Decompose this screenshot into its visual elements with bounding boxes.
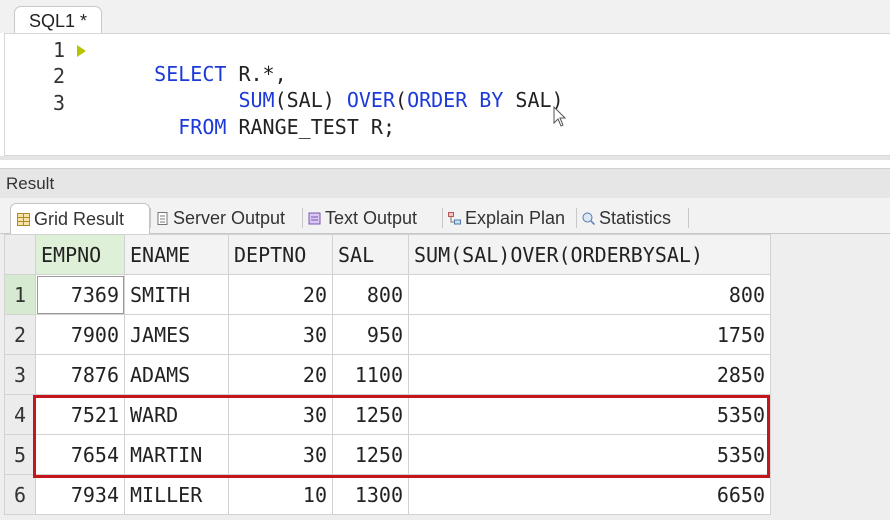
code-line-3[interactable]: FROM RANGE_TEST R; — [106, 91, 395, 163]
editor-tab-strip: SQL1 * — [0, 0, 890, 34]
cell-deptno[interactable]: 20 — [228, 354, 333, 395]
cell-ename[interactable]: JAMES — [124, 314, 229, 355]
cell-running-sum[interactable]: 800 — [408, 274, 771, 315]
text-output-icon — [308, 212, 321, 225]
mouse-cursor-icon — [553, 106, 567, 127]
column-header-ename[interactable]: ENAME — [124, 234, 229, 275]
row-number[interactable]: 5 — [4, 434, 36, 475]
explain-plan-icon — [448, 212, 461, 225]
cell-ename[interactable]: MILLER — [124, 474, 229, 515]
result-tab-bar: Grid Result Server Output Text Output Ex… — [0, 198, 890, 234]
column-header-empno[interactable]: EMPNO — [35, 234, 125, 275]
cell-empno[interactable]: 7900 — [35, 314, 125, 355]
cell-ename[interactable]: ADAMS — [124, 354, 229, 395]
tab-grid-result[interactable]: Grid Result — [10, 203, 150, 234]
cell-empno[interactable]: 7654 — [35, 434, 125, 475]
result-grid[interactable]: EMPNO ENAME DEPTNO SAL SUM(SAL)OVER(ORDE… — [4, 234, 771, 515]
cell-deptno[interactable]: 30 — [228, 314, 333, 355]
code-keyword: ORDER BY — [407, 88, 504, 112]
row-number[interactable]: 1 — [4, 274, 36, 315]
cell-empno[interactable]: 7876 — [35, 354, 125, 395]
code-text: ( — [395, 88, 408, 112]
table-row[interactable]: 4 7521 WARD 30 1250 5350 — [4, 394, 771, 435]
tab-server-output[interactable]: Server Output — [150, 203, 302, 234]
cell-sal[interactable]: 800 — [332, 274, 409, 315]
tab-statistics[interactable]: Statistics — [576, 203, 688, 234]
tab-label: Explain Plan — [465, 208, 566, 228]
cell-sal[interactable]: 1300 — [332, 474, 409, 515]
cell-sal[interactable]: 1250 — [332, 434, 409, 475]
table-row[interactable]: 6 7934 MILLER 10 1300 6650 — [4, 474, 771, 515]
tab-text-output[interactable]: Text Output — [302, 203, 442, 234]
row-number[interactable]: 6 — [4, 474, 36, 515]
row-number-header[interactable] — [4, 234, 36, 275]
line-number: 1 — [52, 38, 65, 62]
cell-deptno[interactable]: 10 — [228, 474, 333, 515]
cell-running-sum[interactable]: 1750 — [408, 314, 771, 355]
table-row[interactable]: 1 7369 SMITH 20 800 800 — [4, 274, 771, 315]
tab-label: Server Output — [173, 208, 286, 228]
cell-running-sum[interactable]: 5350 — [408, 394, 771, 435]
cell-ename[interactable]: SMITH — [124, 274, 229, 315]
grid-icon — [17, 213, 30, 226]
cell-running-sum[interactable]: 5350 — [408, 434, 771, 475]
cell-empno[interactable]: 7521 — [35, 394, 125, 435]
tab-explain-plan[interactable]: Explain Plan — [442, 203, 576, 234]
row-number[interactable]: 2 — [4, 314, 36, 355]
current-statement-arrow-icon — [77, 45, 86, 57]
grid-header-row: EMPNO ENAME DEPTNO SAL SUM(SAL)OVER(ORDE… — [4, 234, 771, 275]
table-row[interactable]: 3 7876 ADAMS 20 1100 2850 — [4, 354, 771, 395]
column-header-sal[interactable]: SAL — [332, 234, 409, 275]
tab-label: Grid Result — [34, 209, 125, 229]
cell-ename[interactable]: WARD — [124, 394, 229, 435]
sql-editor[interactable]: 1 2 3 SELECT R.*, SUM(SAL) OVER(ORDER BY… — [4, 33, 890, 156]
result-panel-header: Result — [0, 168, 890, 198]
cell-sal[interactable]: 1250 — [332, 394, 409, 435]
cell-deptno[interactable]: 30 — [228, 394, 333, 435]
table-row[interactable]: 2 7900 JAMES 30 950 1750 — [4, 314, 771, 355]
row-number[interactable]: 4 — [4, 394, 36, 435]
cell-sal[interactable]: 950 — [332, 314, 409, 355]
line-number: 3 — [52, 91, 65, 115]
tab-label: Statistics — [599, 208, 672, 228]
row-number[interactable]: 3 — [4, 354, 36, 395]
splitter[interactable] — [0, 156, 890, 160]
tab-label: Text Output — [325, 208, 418, 228]
tab-divider — [688, 208, 689, 228]
cell-sal[interactable]: 1100 — [332, 354, 409, 395]
code-keyword: FROM — [154, 115, 227, 139]
cell-deptno[interactable]: 20 — [228, 274, 333, 315]
cell-deptno[interactable]: 30 — [228, 434, 333, 475]
statistics-icon — [582, 212, 595, 225]
cell-empno[interactable]: 7369 — [35, 274, 125, 315]
cell-empno[interactable]: 7934 — [35, 474, 125, 515]
column-header-running-sum[interactable]: SUM(SAL)OVER(ORDERBYSAL) — [408, 234, 771, 275]
cell-running-sum[interactable]: 2850 — [408, 354, 771, 395]
cell-running-sum[interactable]: 6650 — [408, 474, 771, 515]
tab-sql1[interactable]: SQL1 * — [14, 6, 102, 34]
server-output-icon — [157, 212, 168, 225]
cell-ename[interactable]: MARTIN — [124, 434, 229, 475]
table-row[interactable]: 5 7654 MARTIN 30 1250 5350 — [4, 434, 771, 475]
code-text: RANGE_TEST R; — [226, 115, 395, 139]
line-number: 2 — [52, 64, 65, 88]
column-header-deptno[interactable]: DEPTNO — [228, 234, 333, 275]
